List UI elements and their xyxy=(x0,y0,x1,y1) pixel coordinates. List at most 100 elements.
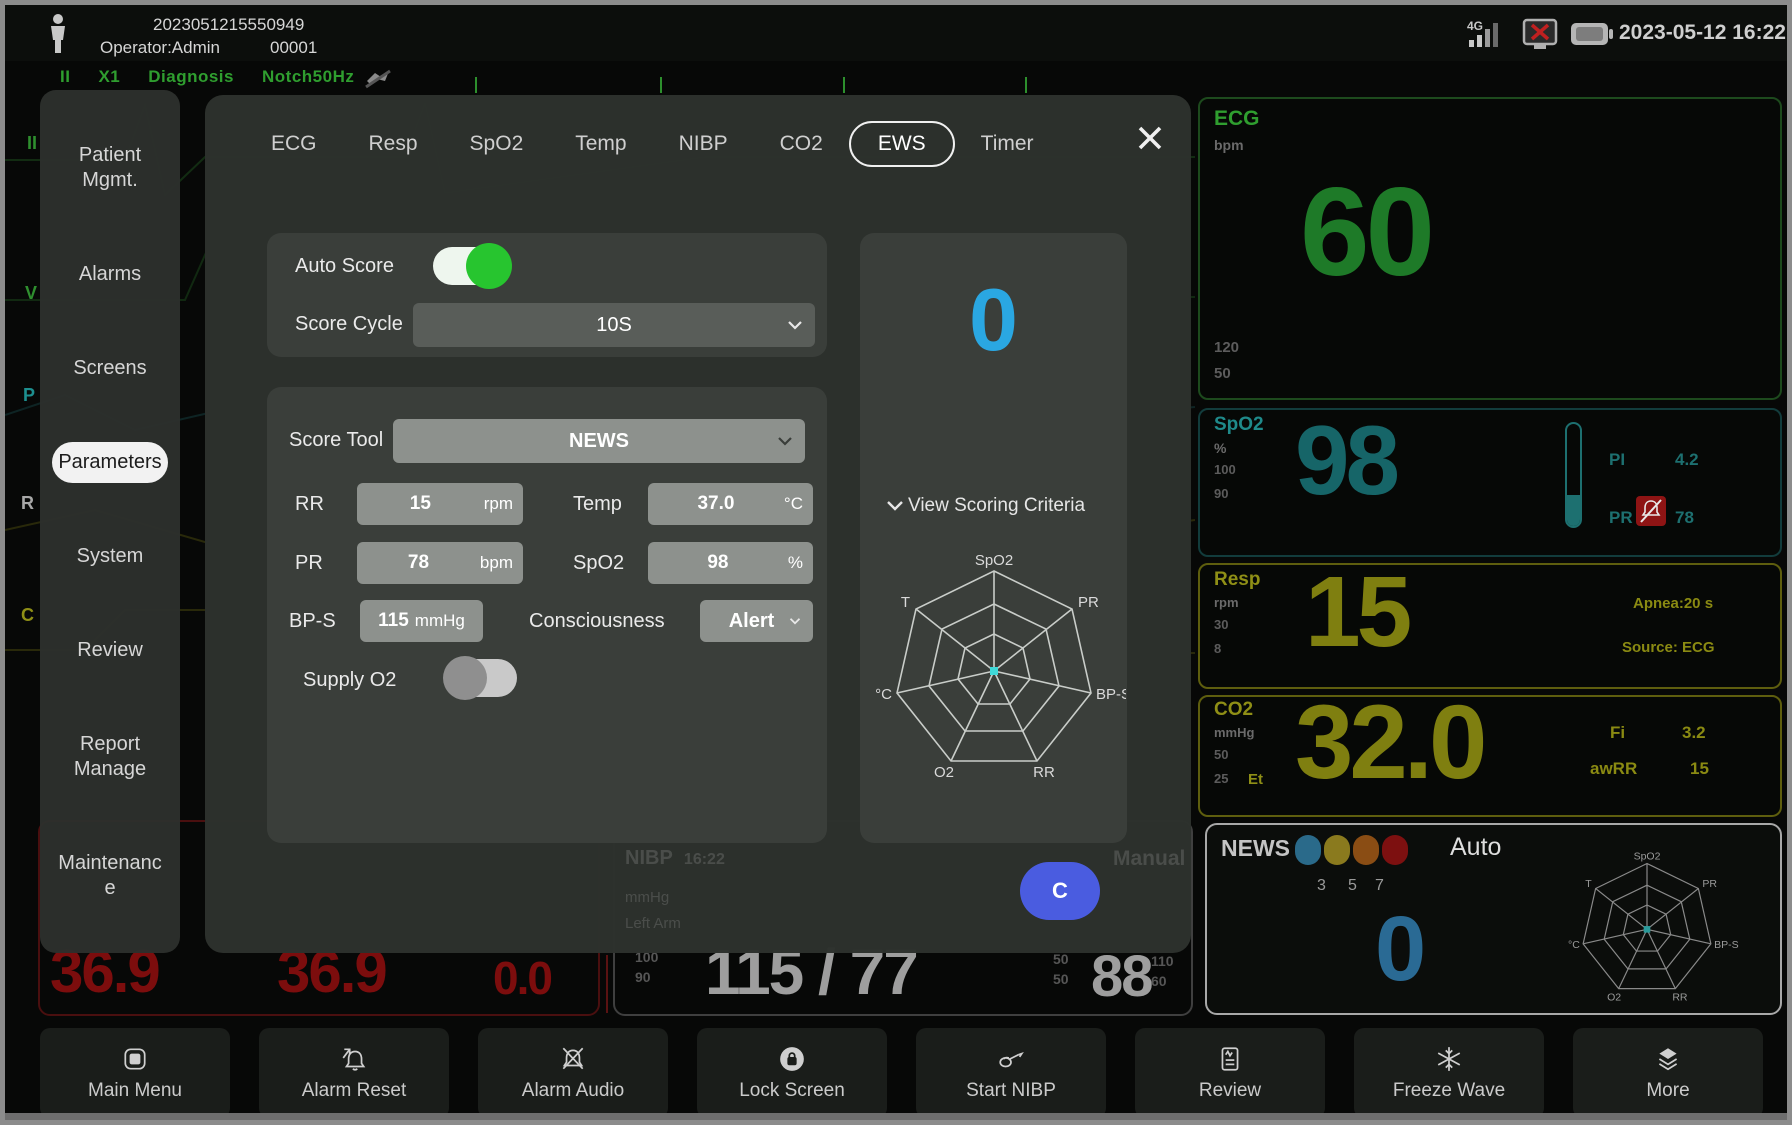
tab-co2[interactable]: CO2 xyxy=(754,122,849,166)
co2-tile[interactable]: CO2 mmHg 50 25 Et 32.0 Fi 3.2 awRR 15 xyxy=(1198,695,1782,817)
news-dot-critical xyxy=(1382,835,1408,865)
news-dot-low xyxy=(1295,835,1321,865)
sidebar-item-screens[interactable]: Screens xyxy=(52,348,168,389)
close-icon[interactable] xyxy=(1135,123,1165,153)
radar-axis-temp: °C xyxy=(1568,939,1580,951)
qrs-tick xyxy=(475,77,477,93)
consciousness-value: Alert xyxy=(729,610,775,633)
resp-tile[interactable]: Resp rpm 30 8 15 Apnea:20 s Source: ECG xyxy=(1198,563,1782,689)
tab-ecg[interactable]: ECG xyxy=(245,122,343,166)
supply-o2-toggle[interactable] xyxy=(445,659,517,697)
score-cycle-dropdown[interactable]: 10S xyxy=(413,303,815,347)
lock-icon xyxy=(778,1045,806,1073)
score-tool-card: Score Tool NEWS RR 15 rpm Temp 37.0 °C P… xyxy=(267,387,827,843)
alarm-reset-button[interactable]: Alarm Reset xyxy=(259,1028,449,1118)
tab-ews[interactable]: EWS xyxy=(849,121,955,167)
spo2-tile[interactable]: SpO2 % 100 90 98 PI 4.2 PR 78 xyxy=(1198,408,1782,557)
battery-icon xyxy=(1570,21,1614,47)
radar-axis-bps: BP-S xyxy=(1096,686,1126,703)
pr-unit: bpm xyxy=(480,553,523,573)
filter-label: Diagnosis xyxy=(148,67,234,87)
pr-field[interactable]: 78 bpm xyxy=(357,542,523,584)
radar-axis-t: T xyxy=(1585,878,1592,890)
news-tile[interactable]: NEWS 3 5 7 Auto 0 SpO2 PR BP-S RR O2 °C … xyxy=(1205,823,1782,1015)
co2-unit: mmHg xyxy=(1214,725,1254,740)
rr-field[interactable]: 15 rpm xyxy=(357,483,523,525)
spo2-limit-high: 100 xyxy=(1214,462,1236,477)
score-tool-dropdown[interactable]: NEWS xyxy=(393,419,805,463)
pr-value: 78 xyxy=(1675,508,1694,528)
qrs-tick xyxy=(660,77,662,93)
ghost-nibp-site: Left Arm xyxy=(625,915,681,932)
alarm-reset-icon xyxy=(340,1045,368,1073)
sidebar-item-system[interactable]: System xyxy=(52,536,168,577)
temp-field[interactable]: 37.0 °C xyxy=(648,483,813,525)
bps-field[interactable]: 115 mmHg xyxy=(360,600,483,642)
ghost-nibp-mode: Manual xyxy=(1113,847,1185,871)
spo2-field[interactable]: 98 % xyxy=(648,542,813,584)
wave-label-v: V xyxy=(25,283,37,304)
review-document-icon xyxy=(1216,1045,1244,1073)
temp-unit: °C xyxy=(784,494,813,514)
radar-axis-rr: RR xyxy=(1033,764,1055,781)
review-button[interactable]: Review xyxy=(1135,1028,1325,1118)
spo2-value: 98 xyxy=(648,552,788,574)
sidebar-item-maintenance[interactable]: Maintenance xyxy=(52,843,168,909)
wave-label-pleth: P xyxy=(23,385,35,406)
auto-score-card: Auto Score Score Cycle 10S xyxy=(267,233,827,357)
tab-timer[interactable]: Timer xyxy=(955,122,1060,166)
radar-axis-rr: RR xyxy=(1672,991,1688,1003)
chevron-down-icon xyxy=(777,436,793,446)
pi-label: PI xyxy=(1609,450,1625,470)
resp-tile-label: Resp xyxy=(1214,569,1260,591)
lock-screen-button[interactable]: Lock Screen xyxy=(697,1028,887,1118)
pacer-off-icon xyxy=(363,67,393,91)
pi-value: 4.2 xyxy=(1675,450,1699,470)
resp-limit-high: 30 xyxy=(1214,617,1228,632)
spo2-unit: % xyxy=(1214,440,1226,456)
more-button[interactable]: More xyxy=(1573,1028,1763,1118)
nibp-map-value: 88 xyxy=(1091,943,1152,1010)
sidebar-item-alarms[interactable]: Alarms xyxy=(52,254,168,295)
nibp-map-limits: 5050 xyxy=(1053,949,1069,989)
tab-nibp[interactable]: NIBP xyxy=(653,122,754,166)
confirm-button[interactable]: C xyxy=(1020,862,1100,920)
sidebar-item-review[interactable]: Review xyxy=(52,630,168,671)
tab-spo2[interactable]: SpO2 xyxy=(444,122,550,166)
sidebar-item-patient-mgmt[interactable]: Patient Mgmt. xyxy=(52,135,168,201)
alarm-audio-button[interactable]: Alarm Audio xyxy=(478,1028,668,1118)
parameter-tabs: ECG Resp SpO2 Temp NIBP CO2 EWS Timer xyxy=(245,121,1060,167)
more-layers-icon xyxy=(1654,1045,1682,1073)
bps-unit: mmHg xyxy=(415,611,465,631)
spo2-unit: % xyxy=(788,553,813,573)
freeze-wave-button[interactable]: Freeze Wave xyxy=(1354,1028,1544,1118)
ecg-tile[interactable]: ECG bpm 60 120 50 xyxy=(1198,97,1782,400)
datetime-label: 2023-05-12 16:22 xyxy=(1619,21,1786,45)
view-scoring-criteria[interactable]: View Scoring Criteria xyxy=(886,495,1085,517)
auto-score-toggle[interactable] xyxy=(433,247,509,285)
main-menu-button[interactable]: Main Menu xyxy=(40,1028,230,1118)
tab-resp[interactable]: Resp xyxy=(343,122,444,166)
awrr-label: awRR xyxy=(1590,759,1637,779)
radar-axis-bps: BP-S xyxy=(1714,939,1739,951)
radar-axis-spo2: SpO2 xyxy=(975,552,1013,569)
nibp-dia-limits: 11060 xyxy=(1151,951,1174,991)
news-radar-chart: SpO2 PR BP-S RR O2 °C T xyxy=(1555,849,1739,1011)
sidebar-item-parameters[interactable]: Parameters xyxy=(52,442,168,483)
radar-axis-o2: O2 xyxy=(1607,991,1621,1003)
bezel-strip xyxy=(5,1113,1792,1125)
tab-temp[interactable]: Temp xyxy=(549,122,652,166)
patient-icon xyxy=(47,13,69,55)
lead-label: II xyxy=(60,67,70,87)
ecg-unit: bpm xyxy=(1214,137,1244,153)
score-tool-label: Score Tool xyxy=(289,429,383,452)
start-nibp-button[interactable]: Start NIBP xyxy=(916,1028,1106,1118)
ews-settings-dialog: ECG Resp SpO2 Temp NIBP CO2 EWS Timer Au… xyxy=(205,95,1191,953)
radar-axis-o2: O2 xyxy=(934,764,954,781)
sidebar-item-report-manage[interactable]: Report Manage xyxy=(52,724,168,790)
spo2-tile-label: SpO2 xyxy=(1214,414,1264,436)
consciousness-dropdown[interactable]: Alert xyxy=(700,600,813,642)
score-display-card: 0 View Scoring Criteria SpO2 PR BP-S RR … xyxy=(860,233,1127,843)
pr-value: 78 xyxy=(357,552,480,574)
radar-axis-t: T xyxy=(901,594,910,611)
